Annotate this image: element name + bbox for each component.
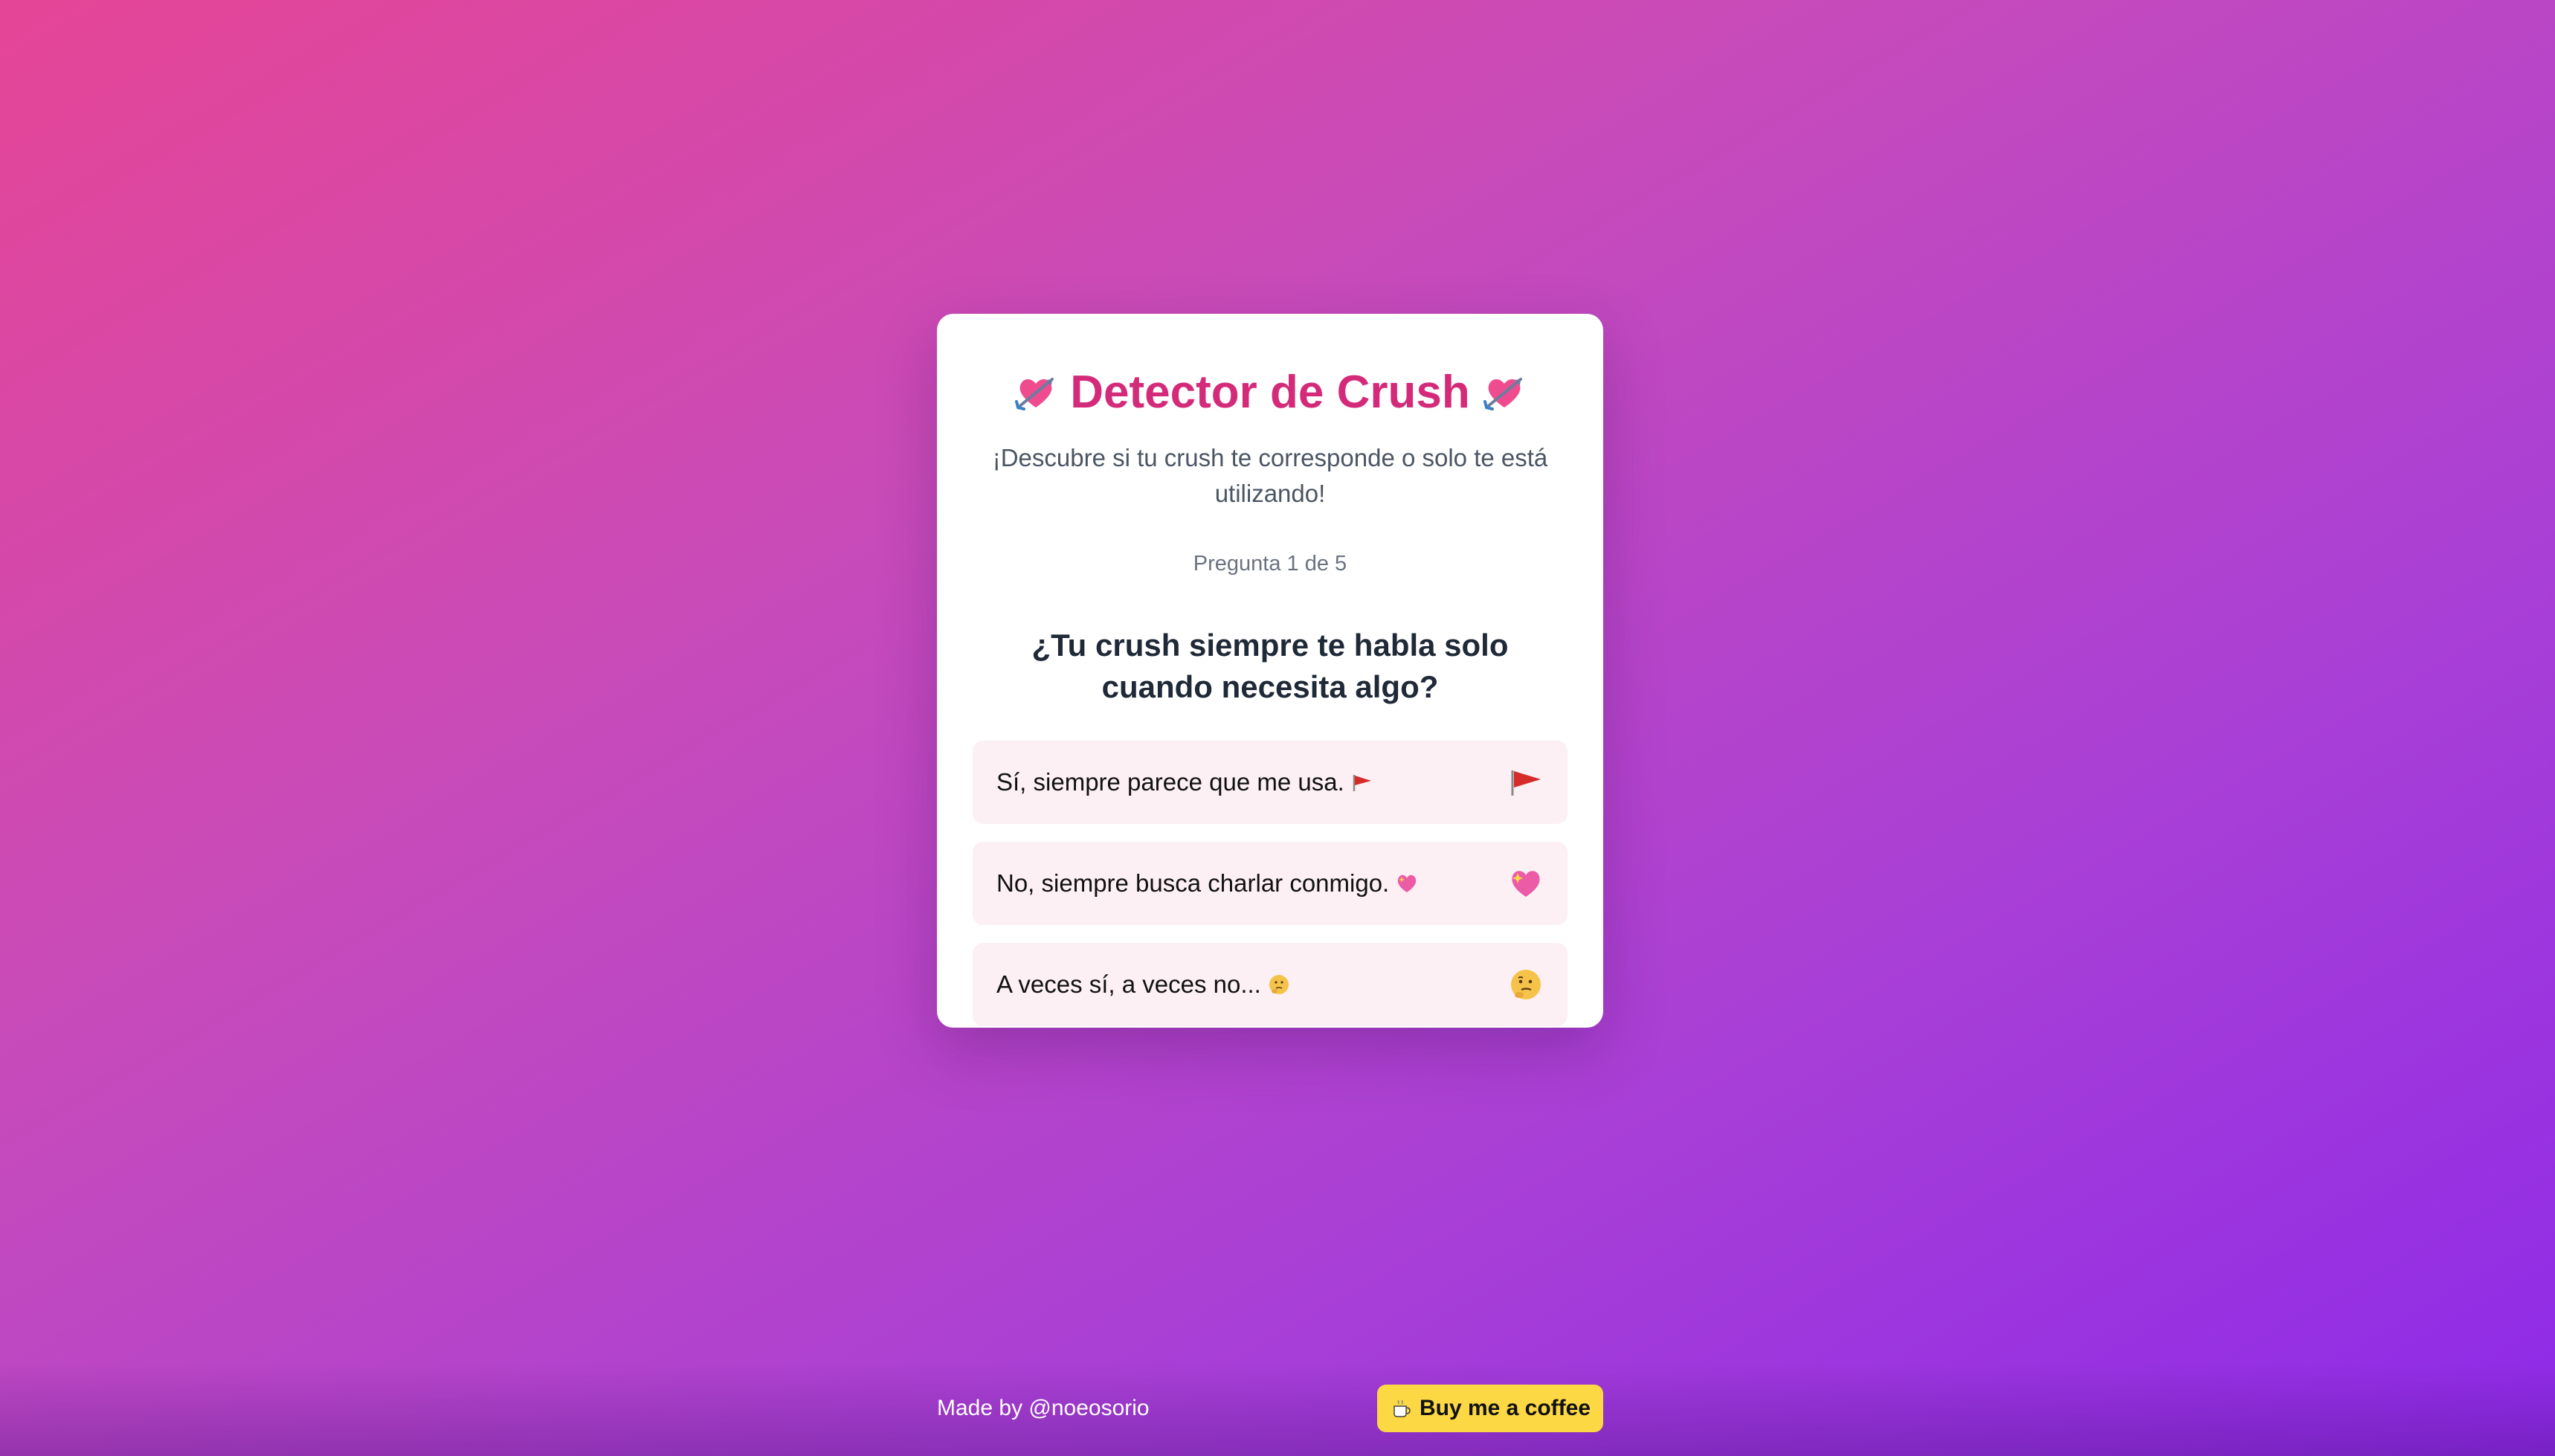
footer-bar [0,1362,2555,1456]
quiz-card: Detector de Crush ¡Descubre si tu crush … [937,314,1603,1028]
page-title: Detector de Crush [973,366,1568,419]
thinking-face-icon [1508,967,1544,1002]
heart-with-arrow-icon [1482,370,1527,415]
made-by-link[interactable]: Made by @noeosorio [937,1394,1150,1423]
buy-me-a-coffee-label: Buy me a coffee [1419,1396,1591,1420]
answer-options: Sí, siempre parece que me usa. No, siemp… [973,741,1568,1026]
coffee-icon [1390,1397,1412,1420]
question-text: ¿Tu crush siempre te habla solo cuando n… [1031,628,1509,704]
answer-option-sometimes[interactable]: A veces sí, a veces no... [973,943,1568,1026]
red-flag-icon [1350,770,1374,794]
sparkling-heart-icon [1508,866,1544,901]
sparkling-heart-icon [1395,872,1419,895]
thinking-face-icon [1267,973,1291,996]
answer-option-label: A veces sí, a veces no... [996,970,1291,999]
title-text: Detector de Crush [1070,367,1470,418]
buy-me-a-coffee-button[interactable]: Buy me a coffee [1377,1385,1603,1432]
question-progress: Pregunta 1 de 5 [1193,552,1347,576]
answer-option-no[interactable]: No, siempre busca charlar conmigo. [973,842,1568,925]
red-flag-icon [1508,764,1544,800]
answer-option-label: Sí, siempre parece que me usa. [996,768,1374,796]
answer-option-label: No, siempre busca charlar conmigo. [996,869,1419,898]
answer-option-yes[interactable]: Sí, siempre parece que me usa. [973,741,1568,824]
heart-with-arrow-icon [1014,370,1058,415]
subtitle: ¡Descubre si tu crush te corresponde o s… [992,444,1548,507]
